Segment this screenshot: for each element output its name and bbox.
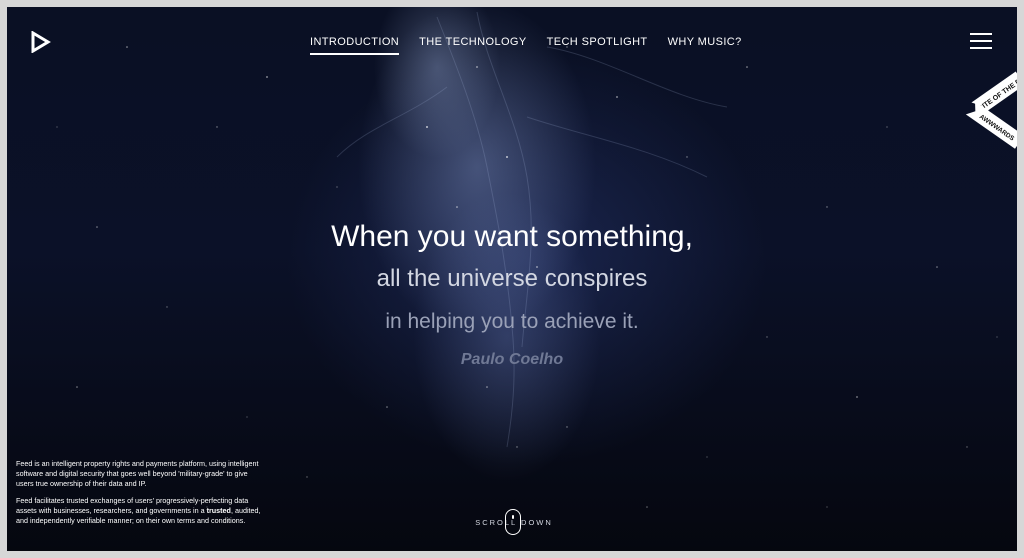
quote-line-2: all the universe conspires: [376, 265, 648, 292]
awwwards-badge[interactable]: SITE OF THE DAY AWWWARDS: [965, 71, 1017, 157]
scroll-down-button[interactable]: SCROLL DOWN: [469, 505, 559, 539]
quote-line-3: in helping you to achieve it.: [385, 310, 639, 333]
mouse-icon: [505, 509, 521, 535]
quote-author: Paulo Coelho: [460, 351, 564, 368]
nav-why-music[interactable]: WHY MUSIC?: [668, 36, 742, 55]
hamburger-menu-icon[interactable]: [970, 33, 992, 49]
intro-description: Feed is an intelligent property rights a…: [16, 459, 261, 526]
nav-the-technology[interactable]: THE TECHNOLOGY: [419, 36, 526, 55]
intro-paragraph-1: Feed is an intelligent property rights a…: [16, 459, 259, 489]
logo-icon[interactable]: [29, 31, 51, 53]
main-nav: INTRODUCTION THE TECHNOLOGY TECH SPOTLIG…: [310, 36, 742, 55]
hero-section: INTRODUCTION THE TECHNOLOGY TECH SPOTLIG…: [7, 7, 1017, 551]
quote-line-1: When you want something,: [331, 220, 693, 253]
intro-paragraph-2: Feed facilitates trusted exchanges of us…: [16, 495, 261, 526]
quote-block: When you want something, all the univers…: [7, 217, 1017, 369]
trusted-emphasis: trusted: [206, 505, 231, 515]
nav-tech-spotlight[interactable]: TECH SPOTLIGHT: [547, 36, 648, 55]
nav-introduction[interactable]: INTRODUCTION: [310, 36, 400, 55]
